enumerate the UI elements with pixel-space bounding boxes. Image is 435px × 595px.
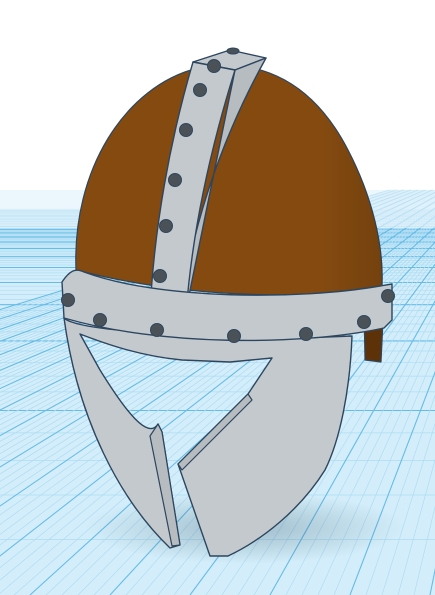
rivet: [61, 293, 75, 307]
rivet: [168, 173, 182, 187]
rivet: [150, 323, 164, 337]
rivet: [226, 47, 240, 55]
rivet: [207, 59, 221, 73]
rivet: [159, 219, 173, 233]
rivet: [227, 329, 241, 343]
workspace-scene[interactable]: [0, 0, 435, 595]
rivet: [193, 83, 207, 97]
rivet: [179, 123, 193, 137]
rivet: [299, 327, 313, 341]
rivet: [357, 315, 371, 329]
rivet: [381, 289, 395, 303]
rivet: [93, 313, 107, 327]
rivet: [153, 269, 167, 283]
3d-viewport[interactable]: [0, 0, 435, 595]
